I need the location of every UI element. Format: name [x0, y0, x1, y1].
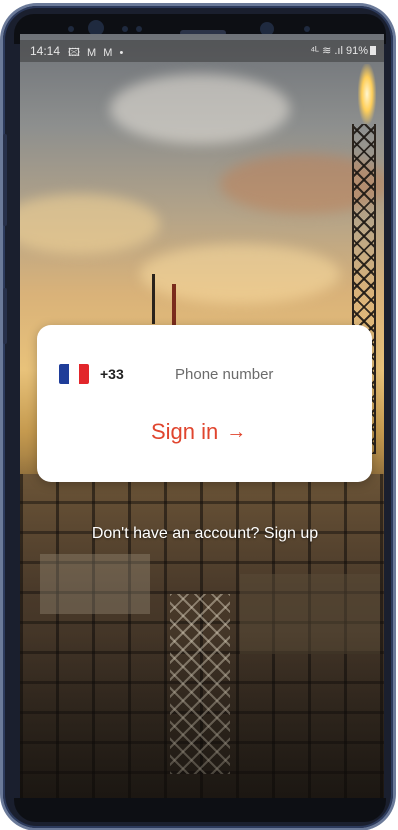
bottom-bezel	[14, 798, 386, 822]
flag-stripe-white	[69, 364, 79, 384]
sensor-dot	[304, 26, 310, 32]
status-time: 14:14	[30, 44, 61, 58]
signal-icon: ⁴ᴸ ≋ .ıl	[310, 45, 343, 57]
power-button	[3, 288, 7, 344]
france-flag-icon[interactable]	[59, 364, 89, 384]
sensor-dot	[136, 26, 142, 32]
flag-stripe-red	[79, 364, 89, 384]
sign-in-button[interactable]: Sign in →	[151, 417, 246, 447]
arrow-right-icon: →	[226, 420, 247, 443]
signup-prompt: Don't have an account? Sign up	[0, 525, 398, 543]
signup-prompt-text: Don't have an account?	[91, 525, 264, 542]
country-code[interactable]: +33	[100, 366, 124, 382]
status-bar: 14:14 🖾 M M • ⁴ᴸ ≋ .ıl 91%	[20, 40, 384, 62]
gas-flare	[358, 64, 376, 124]
status-right: ⁴ᴸ ≋ .ıl 91%	[310, 44, 376, 57]
phone-number-input[interactable]	[175, 361, 355, 387]
battery-percentage: 91%	[345, 45, 368, 57]
sensor-dot	[68, 26, 74, 32]
login-card: +33 Sign in →	[37, 325, 372, 482]
volume-button	[3, 134, 7, 226]
flag-stripe-blue	[59, 364, 69, 384]
notification-icons: 🖾 M M •	[68, 47, 126, 59]
battery-icon	[370, 46, 376, 55]
sign-in-label: Sign in	[151, 419, 219, 444]
sensor-dot	[122, 26, 128, 32]
sign-up-link[interactable]: Sign up	[264, 525, 318, 542]
